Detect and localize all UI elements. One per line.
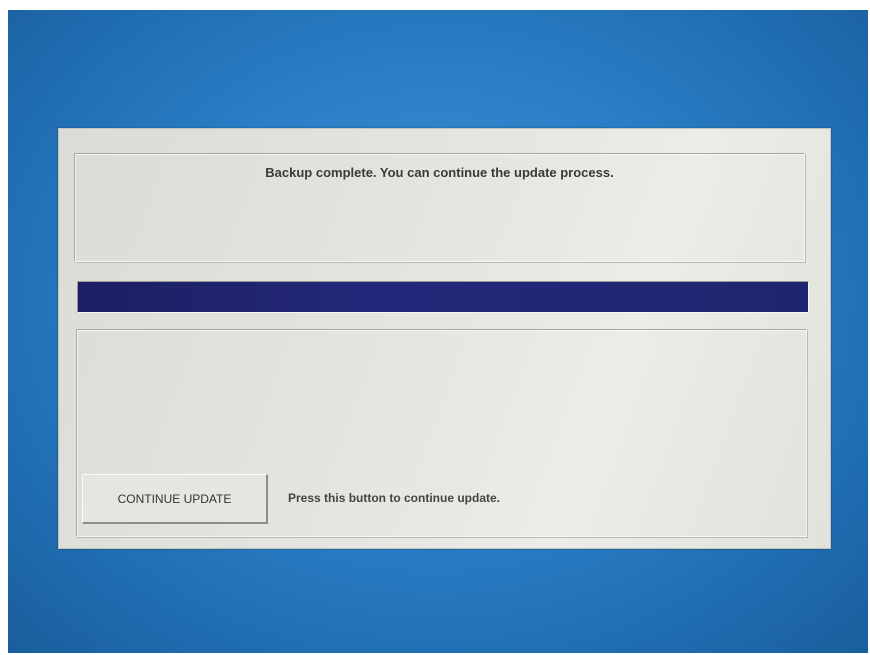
status-message-panel: Backup complete. You can continue the up… — [74, 153, 805, 262]
update-dialog: Backup complete. You can continue the up… — [58, 128, 831, 549]
progress-bar — [77, 281, 809, 313]
status-message: Backup complete. You can continue the up… — [265, 165, 614, 180]
continue-update-button[interactable]: CONTINUE UPDATE — [82, 474, 268, 524]
progress-bar-fill — [78, 282, 808, 312]
desktop-screen: Backup complete. You can continue the up… — [8, 10, 868, 653]
action-panel: CONTINUE UPDATE Press this button to con… — [76, 329, 807, 537]
continue-hint-text: Press this button to continue update. — [288, 491, 501, 505]
